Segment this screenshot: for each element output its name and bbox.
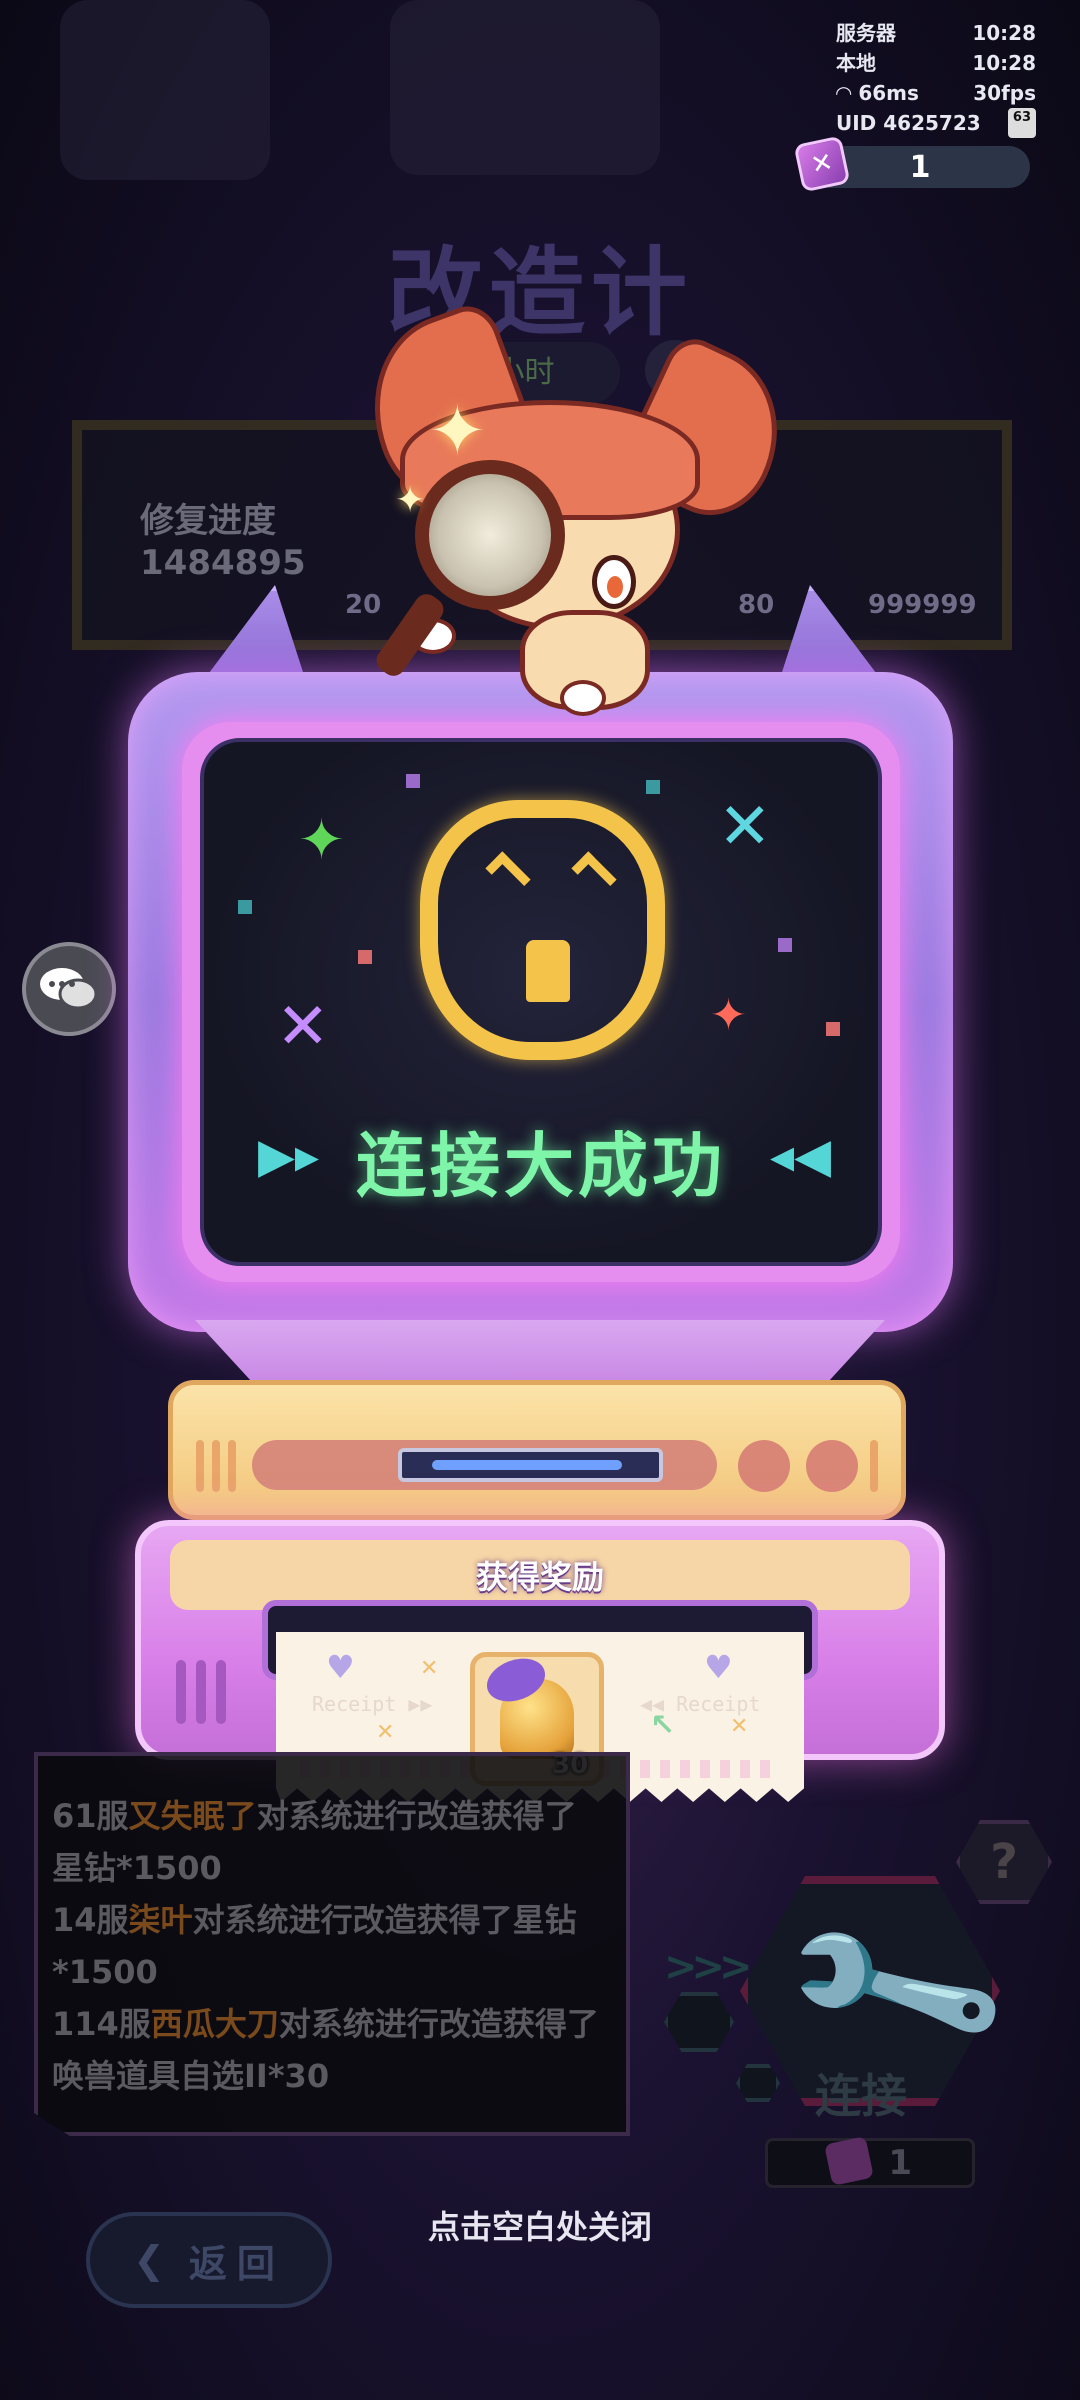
- sparkle-small-icon: ✕: [376, 1720, 395, 1745]
- printer-grille: [176, 1660, 186, 1724]
- local-time: 10:28: [972, 51, 1036, 75]
- arrow-right-icon: ◂◀: [770, 1128, 832, 1184]
- log-prefix: 14服: [52, 1901, 129, 1939]
- sparkle-green-icon: ✦: [298, 808, 345, 873]
- printer-knob: [806, 1440, 858, 1492]
- heart-pixel-icon: ♥: [326, 1648, 355, 1686]
- success-message: 连接大成功: [356, 1125, 726, 1207]
- local-label: 本地: [836, 51, 876, 75]
- pixel-dot: [358, 950, 372, 964]
- ping-readout: ◠ 66ms: [836, 81, 919, 105]
- sparkle-star-small-icon: ✦: [395, 480, 426, 521]
- sparkle-small-icon: ✕: [420, 1656, 439, 1681]
- log-entry: 14服柒叶对系统进行改造获得了星钻: [52, 1894, 577, 1946]
- log-suffix: 星钻*1500: [52, 1849, 222, 1887]
- connect-label: 连接: [815, 2069, 907, 2123]
- pixel-dot: [826, 1022, 840, 1036]
- printer-grille: [216, 1660, 226, 1724]
- milestone-low: 20: [345, 590, 382, 620]
- cursor-arrow-icon: ↖: [650, 1708, 676, 1743]
- pixel-dot: [238, 900, 252, 914]
- server-time: 10:28: [972, 21, 1036, 45]
- sparkle-red-icon: ✦: [710, 990, 747, 1041]
- log-suffix: *1500: [52, 1953, 158, 1991]
- log-name: 又失眠了: [128, 1797, 257, 1835]
- pixel-dot: [406, 774, 420, 788]
- printer-grille: [196, 1660, 206, 1724]
- monitor-stand: [195, 1320, 885, 1380]
- log-name: 西瓜大刀: [150, 2005, 279, 2043]
- background-card-left: [60, 0, 270, 180]
- battery-icon: 63: [1007, 108, 1036, 138]
- log-entry: 唤兽道具自选II*30: [52, 2050, 329, 2102]
- mascot-paw-right: [560, 680, 606, 716]
- gem-ticket-icon: ✕: [793, 135, 851, 193]
- sparkle-star-icon: ✦: [428, 390, 487, 472]
- milestone-mid: 80: [738, 590, 775, 620]
- log-entry: 114服西瓜大刀对系统进行改造获得了: [52, 1998, 599, 2050]
- chevron-arrows-icon: >>>: [664, 1944, 753, 1990]
- log-name: 柒叶: [128, 1901, 193, 1939]
- log-suffix: 唤兽道具自选II*30: [52, 2057, 330, 2095]
- back-button[interactable]: ❮ 返回: [86, 2212, 332, 2308]
- sparkle-small-icon: ✕: [730, 1714, 749, 1739]
- log-entry: 星钻*1500: [52, 1842, 222, 1894]
- progress-label: 修复进度: [140, 501, 276, 541]
- log-entry: 61服又失眠了对系统进行改造获得了: [52, 1790, 577, 1842]
- receipt-word-left: Receipt ▶▶: [312, 1692, 433, 1716]
- printer-vent: [212, 1440, 220, 1492]
- fps-readout: 30fps: [973, 81, 1036, 105]
- pixel-dot: [778, 938, 792, 952]
- sparkle-cyan-icon: ✕: [718, 790, 772, 864]
- background-card-center: [390, 0, 660, 175]
- background-progress: 修复进度 1484895: [140, 500, 306, 584]
- wifi-icon: ◠: [836, 81, 859, 105]
- printer-vent: [870, 1440, 878, 1492]
- log-suffix: 对系统进行改造获得了: [278, 2005, 599, 2043]
- arrow-left-icon: ▶▸: [258, 1128, 320, 1184]
- printer-vent: [228, 1440, 236, 1492]
- server-label: 服务器: [836, 21, 896, 45]
- log-entry: *1500: [52, 1946, 158, 1998]
- pixel-dot: [646, 780, 660, 794]
- back-arrow-icon: ❮: [133, 2238, 175, 2282]
- printer-knob: [738, 1440, 790, 1492]
- printer-vent: [196, 1440, 204, 1492]
- face-mouth: [526, 940, 570, 1002]
- heart-pixel-icon: ♥: [704, 1648, 733, 1686]
- uid-label: UID 4625723: [836, 111, 981, 135]
- status-hud: 服务器 10:28 本地 10:28 ◠ 66ms 30fps UID 4625723…: [836, 18, 1036, 138]
- milestone-high: 999999: [868, 590, 977, 620]
- printer-slot: [398, 1448, 663, 1482]
- log-suffix: 对系统进行改造获得了: [256, 1797, 577, 1835]
- log-prefix: 61服: [52, 1797, 129, 1835]
- magnifier-icon: [415, 460, 565, 610]
- mascot-eye: [592, 555, 636, 609]
- reward-label: 获得奖励: [475, 1558, 604, 1596]
- pixel-face-icon: [420, 800, 665, 1060]
- close-hint[interactable]: 点击空白处关闭: [340, 2202, 740, 2248]
- back-label: 返回: [188, 2241, 285, 2286]
- gem-ticket-icon: [824, 2136, 874, 2186]
- progress-value: 1484895: [140, 543, 306, 583]
- log-prefix: 114服: [52, 2005, 151, 2043]
- chat-bubbles-icon: [40, 968, 98, 1010]
- sparkle-purple-icon: ✕: [276, 990, 330, 1064]
- log-suffix: 对系统进行改造获得了星钻: [192, 1901, 577, 1939]
- chat-button[interactable]: [22, 942, 116, 1036]
